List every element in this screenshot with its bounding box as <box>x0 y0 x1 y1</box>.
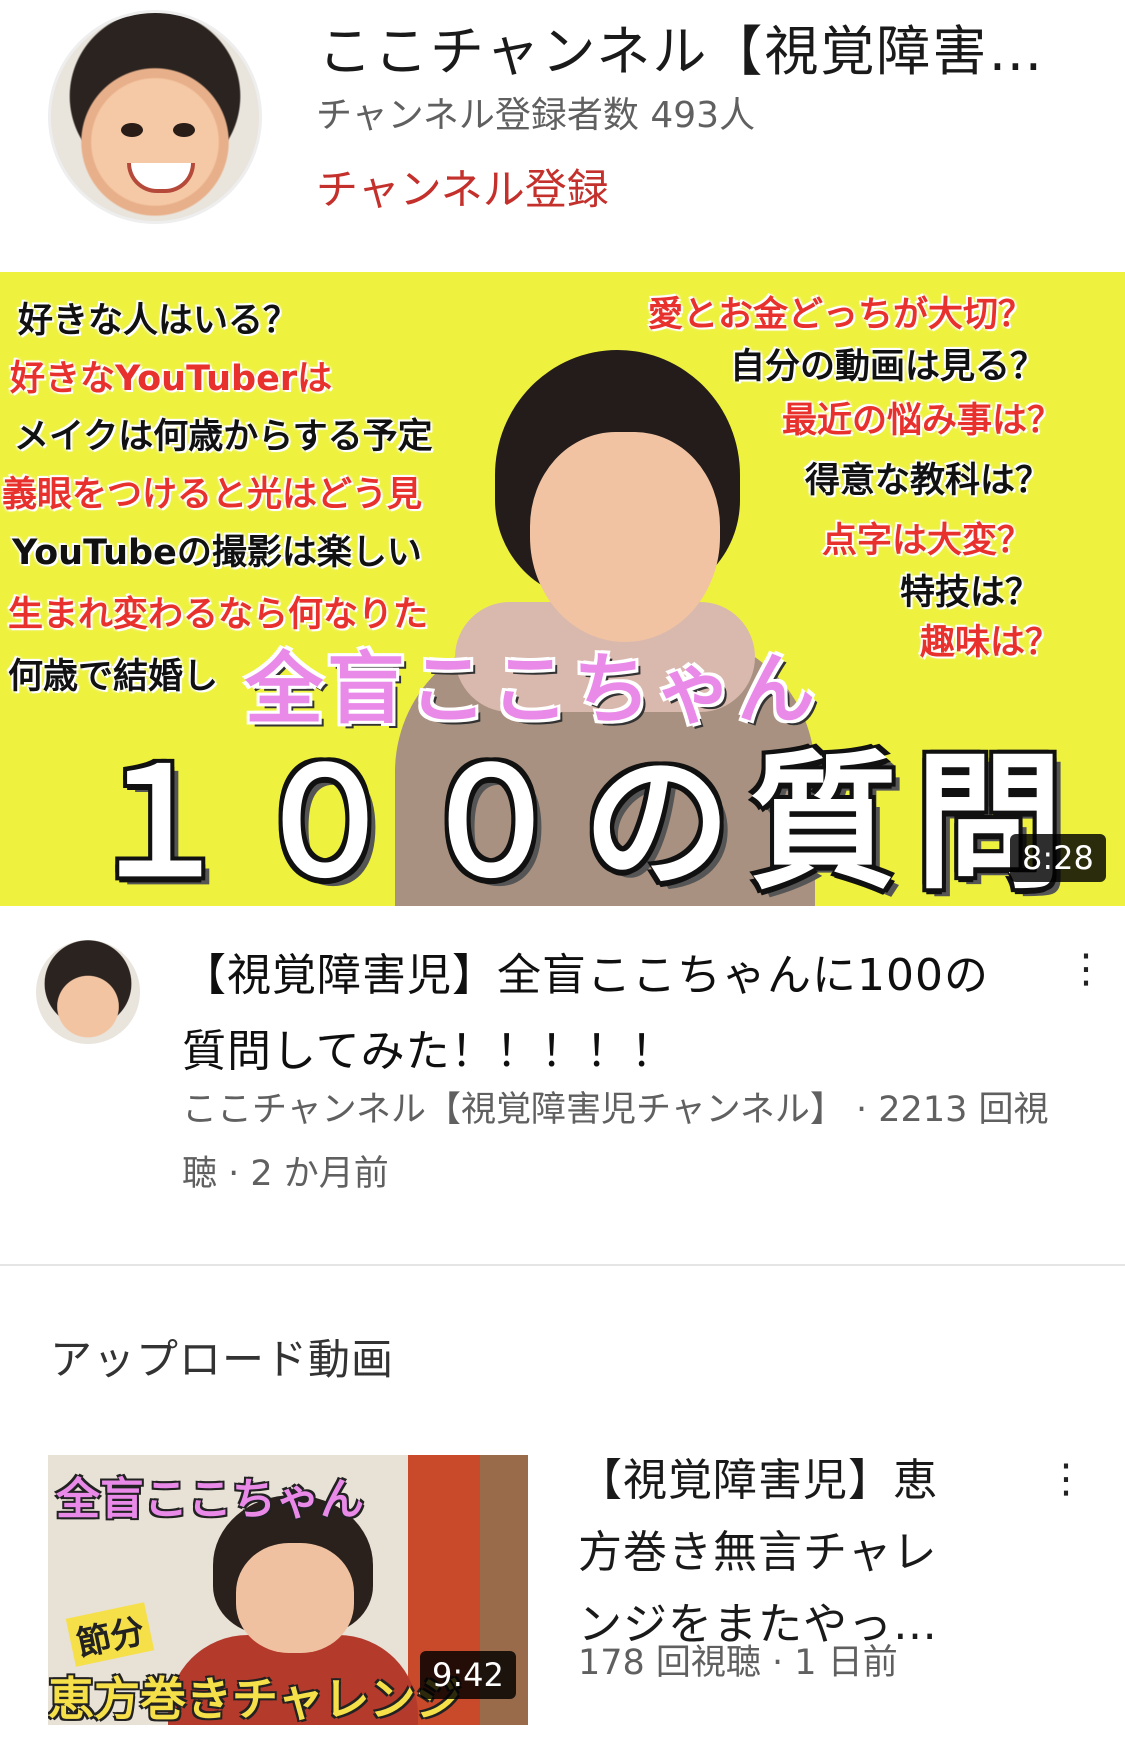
uploads-section-title[interactable]: アップロード動画 <box>50 1332 394 1388</box>
thumbnail-overlay-caption: 恵方巻きチャレンジ <box>48 1672 462 1725</box>
channel-avatar[interactable] <box>48 10 262 224</box>
channel-name: ここチャンネル【視覚障害… <box>318 20 1045 83</box>
thumbnail-question: 特技は？ <box>900 573 1041 613</box>
upload-video-title[interactable]: 【視覚障害児】恵方巻き無言チャレンジをまたやっ… <box>578 1445 978 1661</box>
thumbnail-question: 何歳で結婚し <box>8 657 219 697</box>
thumbnail-question: YouTubeの撮影は楽しい <box>12 533 422 573</box>
avatar-eye <box>121 123 143 137</box>
thumbnail-question: 自分の動画は見る？ <box>730 347 1046 387</box>
avatar-eye <box>173 123 195 137</box>
section-divider <box>0 1264 1125 1266</box>
thumbnail-question: メイクは何歳からする予定 <box>14 417 433 457</box>
featured-channel-avatar[interactable] <box>36 940 140 1044</box>
thumbnail-question: 点字は大変？ <box>822 521 1033 561</box>
featured-video-thumbnail[interactable]: 好きな人はいる？ 好きなYouTuberは メイクは何歳からする予定 義眼をつけ… <box>0 272 1125 906</box>
upload-more-icon[interactable]: ⋮ <box>1046 1456 1086 1502</box>
thumbnail-child-face <box>236 1543 354 1653</box>
thumbnail-child-face <box>530 432 720 642</box>
thumbnail-question: 好きな人はいる？ <box>18 301 299 341</box>
thumbnail-question: 趣味は？ <box>920 623 1061 663</box>
thumbnail-question: 愛とお金どっちが大切？ <box>648 295 1034 335</box>
featured-video-meta: ここチャンネル【視覚障害児チャンネル】 · 2213 回視聴 · 2 か月前 <box>182 1090 1049 1194</box>
thumbnail-question: 好きなYouTuberは <box>10 359 333 399</box>
thumbnail-overlay-headline: １００の質問 <box>85 737 1081 906</box>
featured-more-icon[interactable]: ⋮ <box>1066 946 1106 992</box>
upload-video-thumbnail[interactable]: 全盲ここちゃん 節分 恵方巻きチャレンジ 9:42 <box>48 1455 528 1725</box>
video-duration: 9:42 <box>420 1651 516 1699</box>
thumbnail-question: 義眼をつけると光はどう見 <box>2 475 423 515</box>
video-duration: 8:28 <box>1010 834 1106 882</box>
thumbnail-overlay-title: 全盲ここちゃん <box>56 1474 364 1525</box>
subscriber-count: チャンネル登録者数 493人 <box>316 95 756 136</box>
subscribe-button[interactable]: チャンネル登録 <box>316 162 609 218</box>
avatar-mouth <box>127 163 195 193</box>
thumbnail-question: 最近の悩み事は？ <box>782 401 1063 441</box>
upload-video-meta: 178 回視聴 · 1 日前 <box>578 1643 898 1683</box>
featured-video-title[interactable]: 【視覚障害児】全盲ここちゃんに100の質問してみた！！！！！ <box>182 938 1022 1090</box>
thumbnail-question: 得意な教科は？ <box>805 461 1051 501</box>
